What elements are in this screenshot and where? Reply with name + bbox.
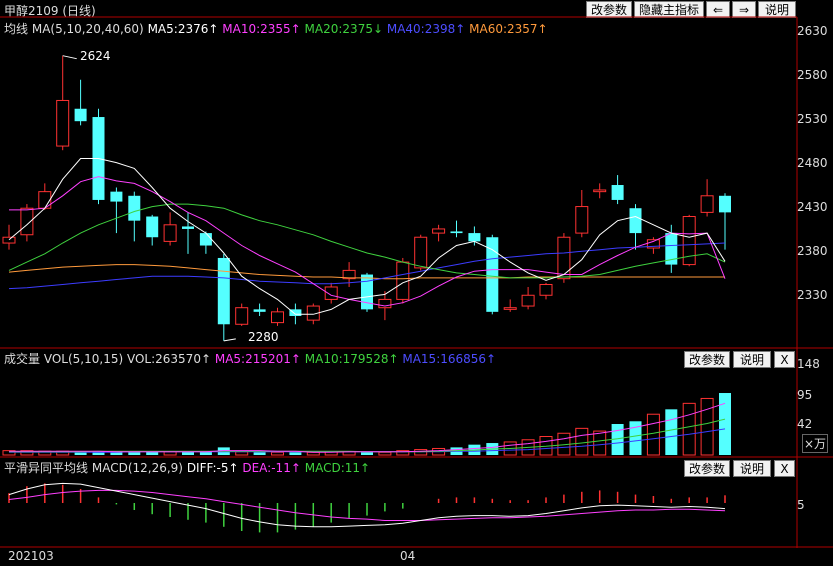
volume-bar: [414, 449, 428, 456]
volume-bar: [253, 452, 266, 455]
volume-bar: [361, 452, 373, 455]
candle-body: [74, 108, 87, 122]
candle-body: [163, 224, 177, 242]
candle-body: [253, 309, 266, 312]
candle-body: [521, 294, 535, 307]
candle-body: [235, 307, 249, 325]
volume-bar: [235, 451, 249, 456]
candle-body: [56, 99, 70, 147]
candle-body: [450, 231, 463, 234]
candle-body: [199, 233, 212, 246]
candle-body: [539, 283, 553, 296]
volume-bar: [163, 451, 177, 456]
volume-bar: [665, 409, 678, 455]
candle-body: [503, 307, 517, 310]
candle-body: [2, 236, 16, 244]
volume-bar: [646, 413, 660, 456]
candle-body: [486, 237, 499, 312]
volume-bar: [593, 430, 607, 456]
volume-bar: [719, 393, 731, 455]
chart-canvas: [0, 16, 833, 548]
candle-body: [719, 195, 731, 213]
candle-body: [182, 226, 194, 229]
volume-bar: [182, 451, 194, 455]
volume-bar: [378, 451, 392, 456]
candle-body: [361, 274, 373, 310]
volume-bar: [700, 397, 714, 456]
candle-body: [128, 195, 141, 221]
high-leader: [62, 55, 77, 60]
candle-body: [271, 311, 284, 324]
volume-bar: [271, 451, 284, 456]
candle-body: [593, 189, 607, 193]
candle-body: [146, 216, 159, 238]
candle-body: [629, 208, 642, 234]
candle-body: [575, 206, 589, 234]
volume-bar: [682, 402, 696, 456]
candle-body: [324, 286, 338, 300]
volume-bar: [289, 452, 302, 455]
volume-bar: [575, 427, 589, 456]
candle-body: [557, 236, 571, 280]
candle-body: [700, 195, 714, 213]
candle-body: [110, 191, 123, 202]
volume-bar: [128, 452, 141, 455]
candle-body: [611, 185, 624, 200]
candle-body: [217, 257, 230, 325]
candle-body: [432, 228, 446, 234]
low-leader: [223, 338, 236, 342]
candle-body: [468, 233, 481, 242]
candle-body: [414, 236, 428, 269]
volume-bar: [146, 451, 159, 455]
